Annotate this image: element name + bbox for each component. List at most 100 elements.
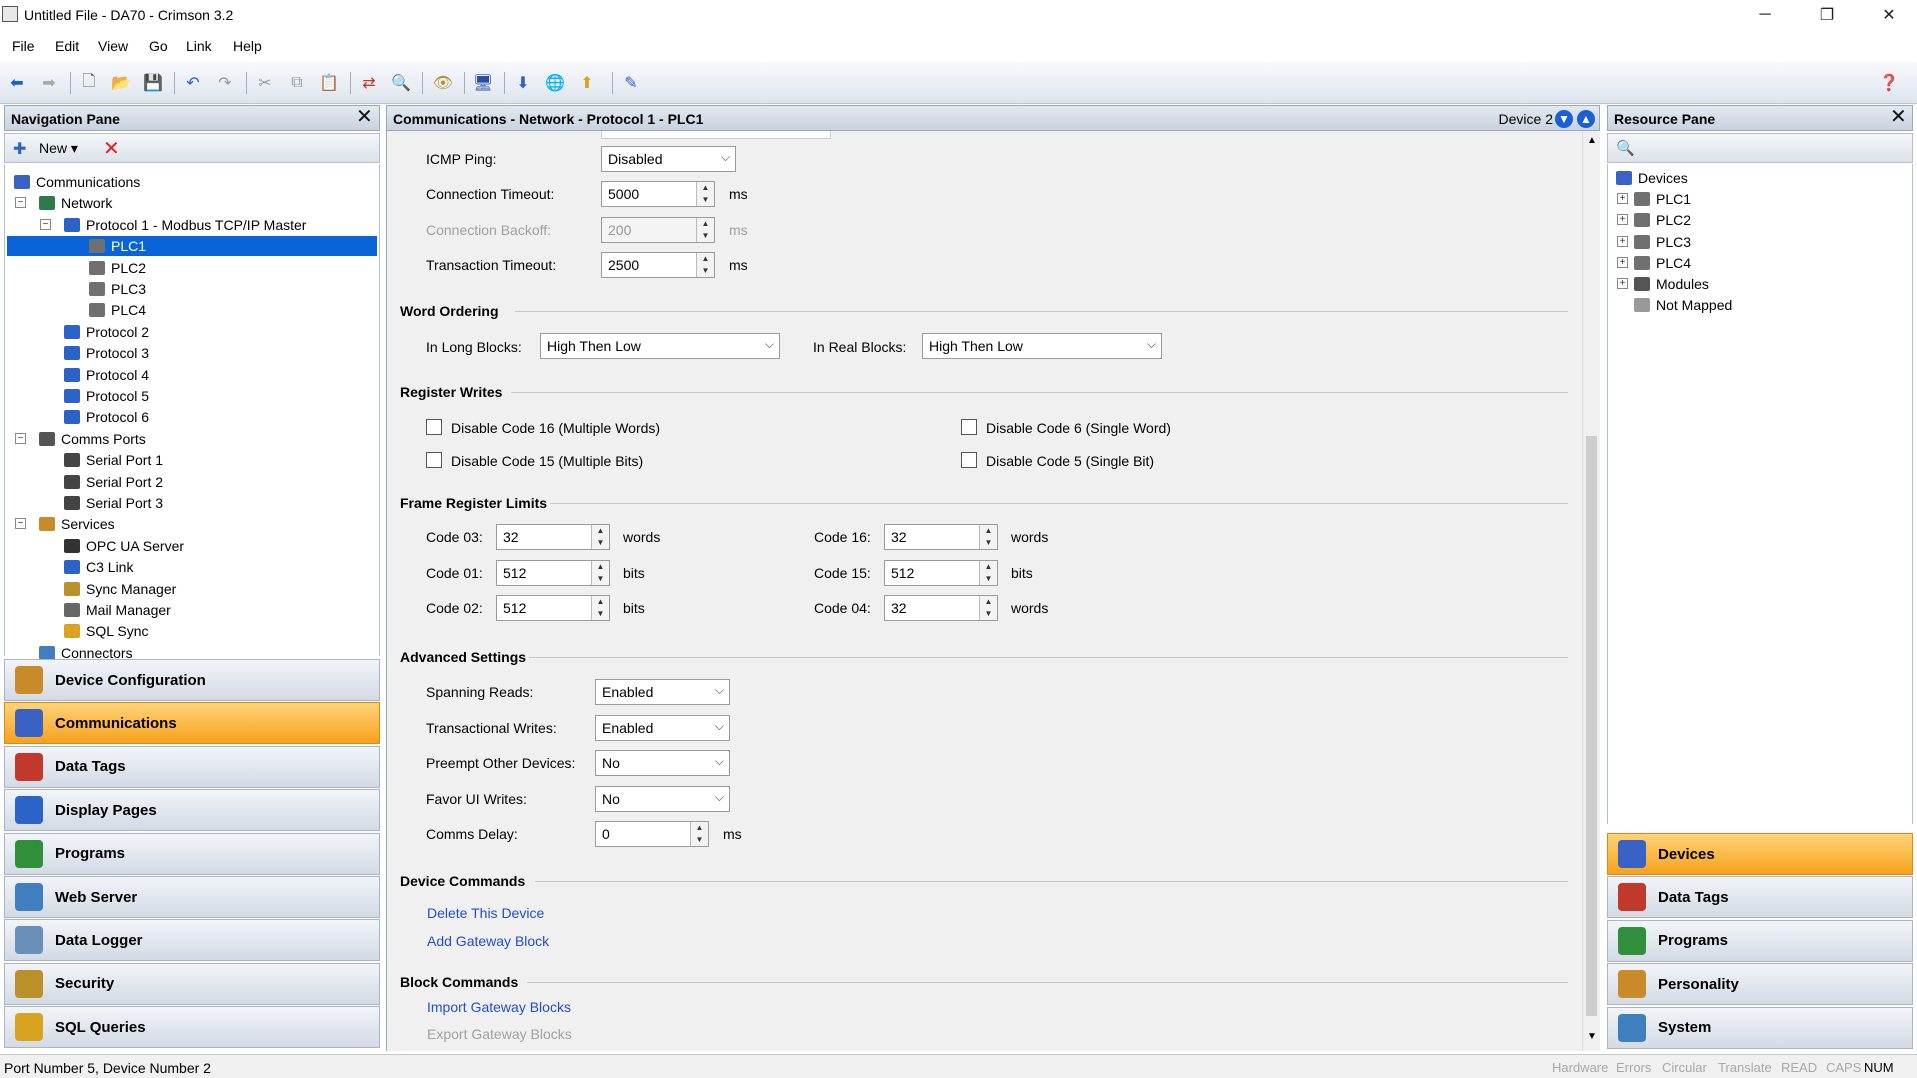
save-icon[interactable]: 💾 <box>142 72 164 94</box>
search-icon[interactable]: 🔍 <box>1616 139 1635 157</box>
disable-code5-checkbox[interactable] <box>961 452 977 468</box>
resource-node-plc4[interactable]: PLC4 <box>1634 253 1691 273</box>
code01-input[interactable]: 512 ▲ ▼ <box>496 559 610 586</box>
favor-ui-writes-select[interactable]: No ⌵ <box>595 786 730 812</box>
tree-expander[interactable]: − <box>15 197 26 209</box>
resource-button-system[interactable]: System <box>1607 1006 1913 1049</box>
nav-pane-close-icon[interactable]: ✕ <box>356 107 373 127</box>
find-replace-icon[interactable]: ⇄ <box>358 72 380 94</box>
resource-node-devices[interactable]: Devices <box>1616 168 1688 188</box>
tree-node-sync-manager[interactable]: Sync Manager <box>64 579 176 599</box>
undo-icon[interactable]: ↶ <box>182 72 204 94</box>
send-icon[interactable]: ⬇ <box>512 72 534 94</box>
tree-node-comms-ports[interactable]: Comms Ports <box>39 429 146 449</box>
tree-node-mail-manager[interactable]: Mail Manager <box>64 600 171 620</box>
resource-search-bar[interactable]: 🔍 <box>1607 133 1913 163</box>
add-gateway-block-link[interactable]: Add Gateway Block <box>427 933 549 949</box>
redo-icon[interactable]: ↷ <box>214 72 236 94</box>
menu-view[interactable]: View <box>98 38 128 54</box>
code04-input[interactable]: 32 ▲ ▼ <box>884 595 998 621</box>
disable-code6-checkbox[interactable] <box>961 419 977 435</box>
copy-icon[interactable]: ⧉ <box>286 72 308 94</box>
spin-icon[interactable]: ▲ ▼ <box>696 182 714 206</box>
nav-button-display-pages[interactable]: Display Pages <box>4 789 380 832</box>
tree-node-protocol-4[interactable]: Protocol 4 <box>64 365 149 385</box>
new-menu-button[interactable]: New ▾ <box>39 140 78 157</box>
resource-button-devices[interactable]: Devices <box>1607 833 1913 875</box>
minimize-button[interactable]: ─ <box>1742 0 1788 30</box>
spin-icon[interactable]: ▲ ▼ <box>979 596 997 620</box>
editor-scrollbar[interactable]: ▲ ▼ <box>1582 131 1600 1051</box>
long-blocks-select[interactable]: High Then Low ⌵ <box>540 333 780 359</box>
nav-button-sql-queries[interactable]: SQL Queries <box>4 1006 380 1049</box>
preempt-select[interactable]: No ⌵ <box>595 750 730 776</box>
tree-expander[interactable]: − <box>15 518 26 530</box>
nav-button-device-configuration[interactable]: Device Configuration <box>4 659 380 701</box>
wand-icon[interactable]: ✎ <box>620 72 642 94</box>
resource-pane-close-icon[interactable]: ✕ <box>1890 107 1907 127</box>
prev-device-icon[interactable]: ▲ <box>1577 110 1595 128</box>
tree-expander[interactable]: − <box>40 218 51 230</box>
disable-code15-checkbox[interactable] <box>426 452 442 468</box>
help-icon[interactable]: ❓ <box>1878 72 1900 94</box>
menu-help[interactable]: Help <box>233 38 262 54</box>
tree-node-serial-port-2[interactable]: Serial Port 2 <box>64 472 163 492</box>
spanning-reads-select[interactable]: Enabled ⌵ <box>595 679 730 705</box>
tree-node-plc3[interactable]: PLC3 <box>89 279 146 299</box>
close-button[interactable]: ✕ <box>1866 0 1912 30</box>
tree-node-plc2[interactable]: PLC2 <box>89 258 146 278</box>
spin-icon[interactable]: ▲ ▼ <box>696 253 714 277</box>
nav-button-security[interactable]: Security <box>4 962 380 1005</box>
scroll-thumb[interactable] <box>1586 436 1597 1016</box>
tree-node-protocol-1-modbus-tcp-ip-master[interactable]: Protocol 1 - Modbus TCP/IP Master <box>64 215 306 235</box>
tree-expander[interactable]: + <box>1617 235 1628 247</box>
connection-timeout-input[interactable]: 5000 ▲ ▼ <box>601 181 715 207</box>
spin-icon[interactable]: ▲ ▼ <box>690 822 708 846</box>
icmp-ping-select[interactable]: Disabled ⌵ <box>601 146 736 172</box>
disable-code16-checkbox[interactable] <box>426 419 442 435</box>
resource-node-plc3[interactable]: PLC3 <box>1634 232 1691 252</box>
spin-icon[interactable]: ▲ ▼ <box>591 525 609 549</box>
tree-node-protocol-5[interactable]: Protocol 5 <box>64 386 149 406</box>
tree-node-communications[interactable]: Communications <box>14 172 140 192</box>
real-blocks-select[interactable]: High Then Low ⌵ <box>922 333 1162 359</box>
monitor-icon[interactable]: 🖥 <box>472 72 494 94</box>
cut-icon[interactable]: ✂ <box>254 72 276 94</box>
spin-icon[interactable]: ▲ ▼ <box>591 596 609 620</box>
scroll-down-icon[interactable]: ▼ <box>1587 1031 1597 1042</box>
restore-button[interactable]: ❐ <box>1804 0 1850 30</box>
resource-node-not-mapped[interactable]: Not Mapped <box>1634 295 1732 315</box>
tree-expander[interactable]: + <box>1617 193 1628 205</box>
open-file-icon[interactable]: 📂 <box>110 72 132 94</box>
tree-node-serial-port-3[interactable]: Serial Port 3 <box>64 493 163 513</box>
scroll-up-icon[interactable]: ▲ <box>1587 135 1597 146</box>
code02-input[interactable]: 512 ▲ ▼ <box>496 595 610 621</box>
new-item-icon[interactable]: ✚ <box>13 139 26 159</box>
resource-node-plc1[interactable]: PLC1 <box>1634 189 1691 209</box>
nav-button-web-server[interactable]: Web Server <box>4 876 380 918</box>
tree-node-serial-port-1[interactable]: Serial Port 1 <box>64 450 163 470</box>
transaction-timeout-input[interactable]: 2500 ▲ ▼ <box>601 252 715 278</box>
paste-icon[interactable]: 📋 <box>318 72 340 94</box>
resource-button-personality[interactable]: Personality <box>1607 963 1913 1006</box>
tree-node-protocol-3[interactable]: Protocol 3 <box>64 343 149 363</box>
tree-expander[interactable]: + <box>1617 278 1628 289</box>
tree-node-protocol-6[interactable]: Protocol 6 <box>64 407 149 427</box>
upload-icon[interactable]: ⬆ <box>576 72 598 94</box>
tree-node-plc1[interactable]: PLC1 <box>7 236 377 257</box>
next-device-icon[interactable]: ▼ <box>1555 110 1573 128</box>
comms-delay-input[interactable]: 0 ▲ ▼ <box>595 821 709 847</box>
menu-file[interactable]: File <box>12 38 35 54</box>
tree-node-sql-sync[interactable]: SQL Sync <box>64 621 149 641</box>
back-icon[interactable]: ⬅ <box>6 72 28 94</box>
nav-button-communications[interactable]: Communications <box>4 702 380 745</box>
tree-node-protocol-2[interactable]: Protocol 2 <box>64 322 149 342</box>
menu-go[interactable]: Go <box>149 38 168 54</box>
delete-device-link[interactable]: Delete This Device <box>427 905 544 921</box>
delete-icon[interactable]: ✕ <box>103 136 120 161</box>
tree-node-services[interactable]: Services <box>39 514 115 534</box>
tree-expander[interactable]: − <box>15 432 26 444</box>
resource-button-programs[interactable]: Programs <box>1607 919 1913 962</box>
nav-button-data-logger[interactable]: Data Logger <box>4 919 380 962</box>
resource-node-modules[interactable]: Modules <box>1634 274 1709 294</box>
